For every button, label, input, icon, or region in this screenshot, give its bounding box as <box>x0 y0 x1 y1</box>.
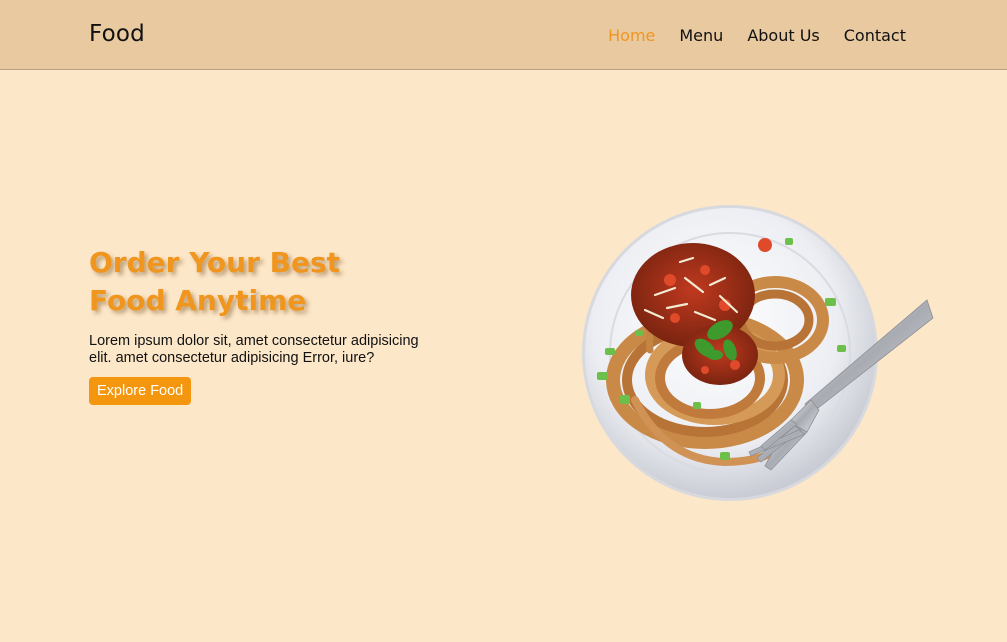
site-logo[interactable]: Food <box>89 21 145 47</box>
hero-description: Lorem ipsum dolor sit, amet consectetur … <box>89 333 419 366</box>
nav-links: Home Menu About Us Contact <box>608 26 906 45</box>
pasta-dish-image <box>582 205 934 501</box>
nav-link-about-us[interactable]: About Us <box>747 26 819 45</box>
explore-food-button[interactable]: Explore Food <box>89 377 192 405</box>
navbar: Food Home Menu About Us Contact <box>0 0 1007 70</box>
hero-title: Order Your Best Food Anytime <box>89 244 340 320</box>
hero-title-line-1: Order Your Best <box>89 246 341 279</box>
nav-link-home[interactable]: Home <box>608 26 655 45</box>
hero-title-line-2: Food Anytime <box>89 284 307 317</box>
nav-link-menu[interactable]: Menu <box>679 26 723 45</box>
nav-link-contact[interactable]: Contact <box>844 26 906 45</box>
